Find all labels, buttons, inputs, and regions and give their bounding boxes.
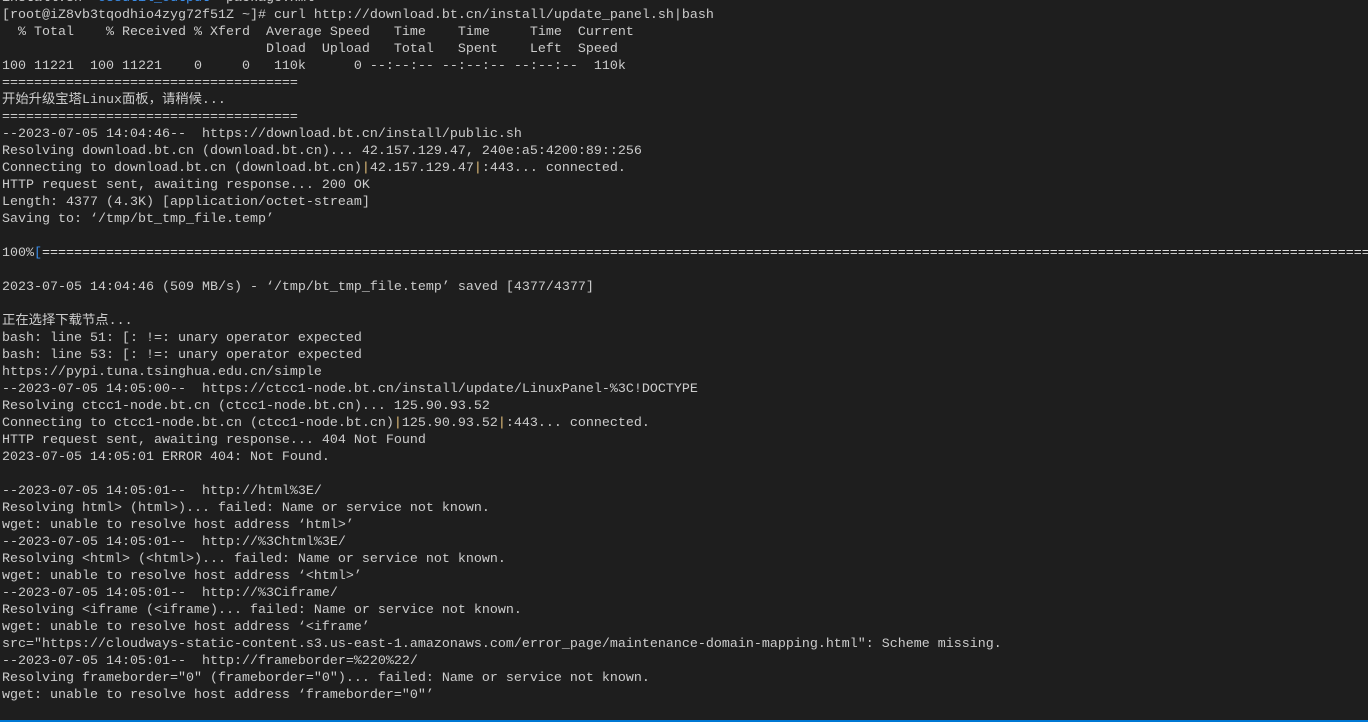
terminal-line: Resolving download.bt.cn (download.bt.cn…	[2, 143, 1368, 160]
terminal-text: --2023-07-05 14:05:01-- http://%3Ciframe…	[2, 586, 338, 601]
terminal-text: [root@iZ8vb3tqodhio4zyg72f51Z ~]# curl h…	[2, 8, 714, 23]
terminal-line: --2023-07-05 14:05:01-- http://framebord…	[2, 653, 1368, 670]
terminal-line: wget: unable to resolve host address ‘<i…	[2, 619, 1368, 636]
terminal-text: Dload Upload Total Spent Left Speed	[2, 42, 618, 57]
terminal-line: Resolving ctcc1-node.bt.cn (ctcc1-node.b…	[2, 398, 1368, 415]
terminal-line: Connecting to download.bt.cn (download.b…	[2, 160, 1368, 177]
terminal-line: Length: 4377 (4.3K) [application/octet-s…	[2, 194, 1368, 211]
terminal-line: 2023-07-05 14:05:01 ERROR 404: Not Found…	[2, 449, 1368, 466]
terminal-text: Saving to: ‘/tmp/bt_tmp_file.temp’	[2, 212, 274, 227]
terminal-line: 2023-07-05 14:04:46 (509 MB/s) - ‘/tmp/b…	[2, 279, 1368, 296]
terminal-line: % Total % Received % Xferd Average Speed…	[2, 24, 1368, 41]
terminal-text: wget: unable to resolve host address ‘<h…	[2, 569, 362, 584]
terminal-line: HTTP request sent, awaiting response... …	[2, 432, 1368, 449]
terminal-text: |	[393, 416, 402, 431]
terminal-text: src="https://cloudways-static-content.s3…	[2, 637, 1002, 652]
directory-name: ossutil_output	[98, 0, 210, 6]
terminal-line: [root@iZ8vb3tqodhio4zyg72f51Z ~]# curl h…	[2, 7, 1368, 24]
terminal-text: package.xml	[210, 0, 314, 6]
terminal-text: Resolving download.bt.cn (download.bt.cn…	[2, 144, 642, 159]
terminal-line: wget: unable to resolve host address ‘ht…	[2, 517, 1368, 534]
terminal-text: |	[473, 161, 482, 176]
terminal-text: --2023-07-05 14:05:01-- http://%3Chtml%3…	[2, 535, 346, 550]
terminal-text: bash: line 51: [: !=: unary operator exp…	[2, 331, 362, 346]
terminal-line: 开始升级宝塔Linux面板，请稍候...	[2, 92, 1368, 109]
terminal-line: Resolving html> (html>)... failed: Name …	[2, 500, 1368, 517]
terminal-line: =====================================	[2, 109, 1368, 126]
terminal-text: Resolving html> (html>)... failed: Name …	[2, 501, 490, 516]
terminal-line: Dload Upload Total Spent Left Speed	[2, 41, 1368, 58]
terminal-line: src="https://cloudways-static-content.s3…	[2, 636, 1368, 653]
terminal-output[interactable]: install.sh ossutil_output package.xml[ro…	[2, 0, 1368, 704]
terminal-text: Length: 4377 (4.3K) [application/octet-s…	[2, 195, 370, 210]
terminal-line: =====================================	[2, 75, 1368, 92]
terminal-line: install.sh ossutil_output package.xml	[2, 0, 1368, 7]
terminal-line: --2023-07-05 14:05:00-- https://ctcc1-no…	[2, 381, 1368, 398]
terminal-line: wget: unable to resolve host address ‘<h…	[2, 568, 1368, 585]
terminal-line: bash: line 53: [: !=: unary operator exp…	[2, 347, 1368, 364]
terminal-line: --2023-07-05 14:04:46-- https://download…	[2, 126, 1368, 143]
terminal-text: --2023-07-05 14:05:01-- http://framebord…	[2, 654, 418, 669]
terminal-text: --2023-07-05 14:05:00-- https://ctcc1-no…	[2, 382, 698, 397]
terminal-text: https://pypi.tuna.tsinghua.edu.cn/simple	[2, 365, 322, 380]
terminal-text: install.sh	[2, 0, 98, 6]
terminal-text: Connecting to download.bt.cn (download.b…	[2, 161, 362, 176]
terminal-line: --2023-07-05 14:05:01-- http://%3Chtml%3…	[2, 534, 1368, 551]
terminal-text: --2023-07-05 14:05:01-- http://html%3E/	[2, 484, 322, 499]
terminal-text: 100 11221 100 11221 0 0 110k 0 --:--:-- …	[2, 59, 626, 74]
terminal-text: 42.157.129.47	[369, 161, 474, 176]
terminal-text: --2023-07-05 14:04:46-- https://download…	[2, 127, 522, 142]
terminal-line: 正在选择下载节点...	[2, 313, 1368, 330]
terminal-text: Resolving <iframe (<iframe)... failed: N…	[2, 603, 522, 618]
terminal-text: 开始升级宝塔Linux面板，请稍候...	[2, 93, 226, 108]
terminal-text: 2023-07-05 14:04:46 (509 MB/s) - ‘/tmp/b…	[2, 280, 594, 295]
terminal-text: % Total % Received % Xferd Average Speed…	[2, 25, 634, 40]
terminal-line: 100 11221 100 11221 0 0 110k 0 --:--:-- …	[2, 58, 1368, 75]
terminal-text: [	[34, 246, 42, 261]
terminal-line: --2023-07-05 14:05:01-- http://html%3E/	[2, 483, 1368, 500]
terminal-line: bash: line 51: [: !=: unary operator exp…	[2, 330, 1368, 347]
terminal-text: |	[361, 161, 370, 176]
terminal-line: wget: unable to resolve host address ‘fr…	[2, 687, 1368, 704]
terminal-line: HTTP request sent, awaiting response... …	[2, 177, 1368, 194]
terminal-line: Resolving <iframe (<iframe)... failed: N…	[2, 602, 1368, 619]
terminal-text: bash: line 53: [: !=: unary operator exp…	[2, 348, 362, 363]
terminal-text: |	[497, 416, 506, 431]
terminal-text: =====================================	[2, 76, 298, 91]
terminal-text: =====================================	[2, 110, 298, 125]
terminal-text: wget: unable to resolve host address ‘fr…	[2, 688, 434, 703]
terminal-text: Resolving ctcc1-node.bt.cn (ctcc1-node.b…	[2, 399, 490, 414]
terminal-line: Resolving frameborder="0" (frameborder="…	[2, 670, 1368, 687]
terminal-text: 125.90.93.52	[401, 416, 498, 431]
terminal-line: Resolving <html> (<html>)... failed: Nam…	[2, 551, 1368, 568]
terminal-text: :443... connected.	[505, 416, 650, 431]
terminal-text: 2023-07-05 14:05:01 ERROR 404: Not Found…	[2, 450, 330, 465]
terminal-text: wget: unable to resolve host address ‘ht…	[2, 518, 354, 533]
terminal-line: 100%[===================================…	[2, 245, 1368, 262]
terminal-text: :443... connected.	[481, 161, 626, 176]
progress-bar: ========================================…	[42, 246, 1368, 261]
terminal-line: --2023-07-05 14:05:01-- http://%3Ciframe…	[2, 585, 1368, 602]
terminal-text: 100%	[2, 246, 34, 261]
terminal-text: Connecting to ctcc1-node.bt.cn (ctcc1-no…	[2, 416, 394, 431]
terminal-text: wget: unable to resolve host address ‘<i…	[2, 620, 370, 635]
terminal-text: 正在选择下载节点...	[2, 314, 133, 329]
terminal-text: Resolving frameborder="0" (frameborder="…	[2, 671, 650, 686]
terminal-text: Resolving <html> (<html>)... failed: Nam…	[2, 552, 506, 567]
terminal-line: Connecting to ctcc1-node.bt.cn (ctcc1-no…	[2, 415, 1368, 432]
terminal-text: HTTP request sent, awaiting response... …	[2, 178, 370, 193]
terminal-line: https://pypi.tuna.tsinghua.edu.cn/simple	[2, 364, 1368, 381]
terminal-text: HTTP request sent, awaiting response... …	[2, 433, 426, 448]
terminal-line: Saving to: ‘/tmp/bt_tmp_file.temp’	[2, 211, 1368, 228]
